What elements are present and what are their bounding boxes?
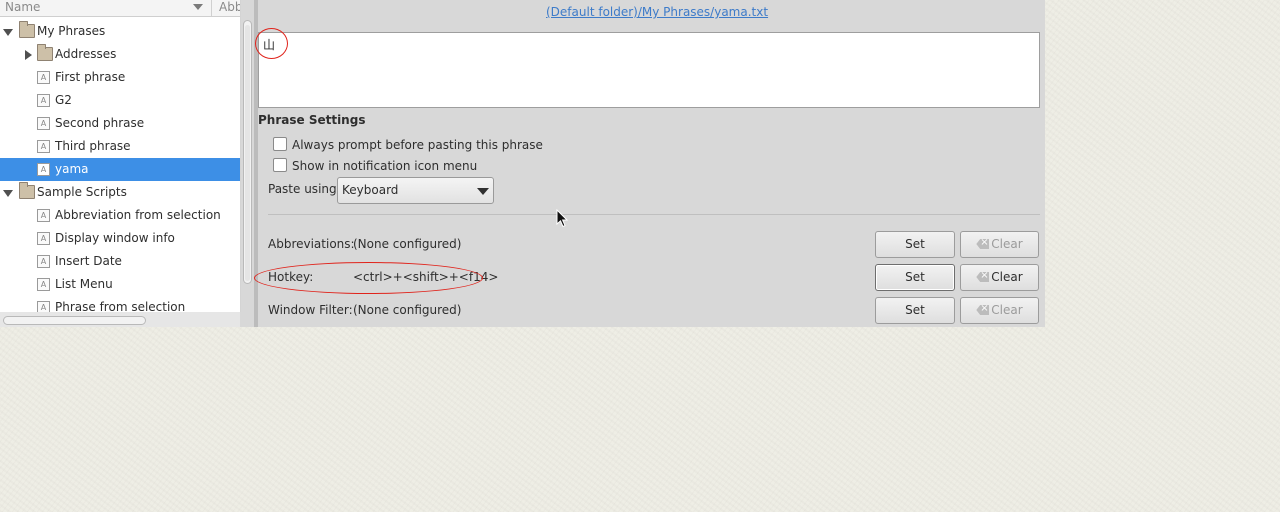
- tree-row-label: Second phrase: [55, 116, 145, 130]
- backspace-clear-icon: [976, 272, 990, 282]
- tree-row[interactable]: A Phrase from selection: [0, 296, 240, 312]
- hotkey-set-label: Set: [905, 270, 925, 284]
- prompt-before-paste-label[interactable]: Always prompt before pasting this phrase: [292, 136, 543, 154]
- tree-row-label: Insert Date: [55, 254, 122, 268]
- expander-open-icon[interactable]: [3, 190, 13, 197]
- phrase-text-area[interactable]: 山: [258, 32, 1040, 108]
- tree-row[interactable]: A First phrase: [0, 66, 240, 89]
- window-filter-set-label: Set: [905, 303, 925, 317]
- tree-row-label: List Menu: [55, 277, 113, 291]
- tree-rows: My Phrases Addresses A First phrase A G2 A Seco…: [0, 20, 240, 312]
- folder-icon: [19, 21, 35, 38]
- backspace-clear-icon: [976, 239, 990, 249]
- phrase-file-icon: A: [37, 163, 50, 176]
- hotkey-clear-button[interactable]: Clear: [960, 264, 1039, 291]
- phrase-file-icon: A: [37, 301, 50, 312]
- phrase-file-icon: A: [37, 255, 50, 268]
- tree-row[interactable]: A Second phrase: [0, 112, 240, 135]
- column-header-abbreviation[interactable]: Abb: [219, 0, 240, 16]
- tree-row-label: yama: [55, 162, 89, 176]
- folder-icon: [19, 182, 35, 199]
- tree-row-label: Third phrase: [55, 139, 131, 153]
- paste-using-value: Keyboard: [342, 183, 399, 197]
- tree-row[interactable]: A Insert Date: [0, 250, 240, 273]
- phrase-file-icon: A: [37, 278, 50, 291]
- paste-using-dropdown[interactable]: Keyboard: [337, 177, 494, 204]
- hotkey-set-button[interactable]: Set: [875, 264, 955, 291]
- tree-row[interactable]: Addresses: [0, 43, 240, 66]
- phrase-file-icon: A: [37, 71, 50, 84]
- phrase-file-icon: A: [37, 232, 50, 245]
- dropdown-arrow-icon: [477, 188, 489, 195]
- tree-row-label: Addresses: [55, 47, 117, 61]
- sort-down-icon[interactable]: [193, 4, 203, 10]
- abbreviations-value: (None configured): [353, 237, 462, 251]
- tree-row-label: Phrase from selection: [55, 300, 186, 312]
- tree-row[interactable]: A G2: [0, 89, 240, 112]
- expander-closed-icon[interactable]: [25, 50, 32, 60]
- show-in-tray-checkbox[interactable]: [273, 158, 287, 172]
- tree-row[interactable]: A Third phrase: [0, 135, 240, 158]
- abbreviations-set-button[interactable]: Set: [875, 231, 955, 258]
- phrase-settings-title: Phrase Settings: [258, 113, 366, 127]
- abbreviations-clear-button[interactable]: Clear: [960, 231, 1039, 258]
- tree-row[interactable]: Sample Scripts: [0, 181, 240, 204]
- tree-row-label: Sample Scripts: [37, 185, 127, 199]
- window-filter-value: (None configured): [353, 303, 462, 317]
- file-path-link[interactable]: (Default folder)/My Phrases/yama.txt: [546, 5, 768, 19]
- abbreviations-label: Abbreviations:: [268, 237, 355, 251]
- show-in-tray-label[interactable]: Show in notification icon menu: [292, 157, 477, 175]
- expander-open-icon[interactable]: [3, 29, 13, 36]
- tree-row[interactable]: Ayama: [0, 158, 240, 181]
- phrase-file-icon: A: [37, 140, 50, 153]
- tree-row-label: G2: [55, 93, 72, 107]
- annotation-circle-hotkey: [254, 262, 483, 294]
- tree-row[interactable]: A Abbreviation from selection: [0, 204, 240, 227]
- tree-row-label: First phrase: [55, 70, 126, 84]
- phrase-file-icon: A: [37, 117, 50, 130]
- window-filter-set-button[interactable]: Set: [875, 297, 955, 324]
- tree-row[interactable]: A Display window info: [0, 227, 240, 250]
- phrase-file-icon: A: [37, 94, 50, 107]
- tree-row-label: Abbreviation from selection: [55, 208, 221, 222]
- tree-row-label: Display window info: [55, 231, 175, 245]
- window-filter-label: Window Filter:: [268, 303, 353, 317]
- tree-vertical-scrollbar-thumb[interactable]: [245, 25, 250, 281]
- abbreviations-set-label: Set: [905, 237, 925, 251]
- window-filter-clear-button[interactable]: Clear: [960, 297, 1039, 324]
- tree-row[interactable]: My Phrases: [0, 20, 240, 43]
- prompt-before-paste-checkbox[interactable]: [273, 137, 287, 151]
- phrase-file-icon: A: [37, 209, 50, 222]
- tree-horizontal-scrollbar[interactable]: [3, 316, 146, 325]
- tree-row-label: My Phrases: [37, 24, 106, 38]
- settings-divider: [268, 214, 1040, 215]
- column-separator[interactable]: [211, 0, 212, 16]
- abbreviations-clear-label: Clear: [991, 237, 1023, 251]
- backspace-clear-icon: [976, 305, 990, 315]
- tree-header: Name Abb: [0, 0, 240, 17]
- tree-row[interactable]: A List Menu: [0, 273, 240, 296]
- phrase-tree[interactable]: Name Abb My Phrases Addresses A First phras…: [0, 0, 241, 312]
- column-header-name[interactable]: Name: [5, 0, 205, 16]
- window-filter-clear-label: Clear: [991, 303, 1023, 317]
- annotation-circle-phrase-text: [255, 28, 288, 59]
- folder-icon: [37, 44, 53, 61]
- tree-vertical-scrollbar[interactable]: [243, 20, 252, 284]
- paste-using-label: Paste using: [268, 182, 337, 196]
- hotkey-clear-label: Clear: [991, 270, 1023, 284]
- mouse-pointer-icon: [556, 209, 568, 228]
- autokey-window: Name Abb My Phrases Addresses A First phras…: [0, 0, 1045, 327]
